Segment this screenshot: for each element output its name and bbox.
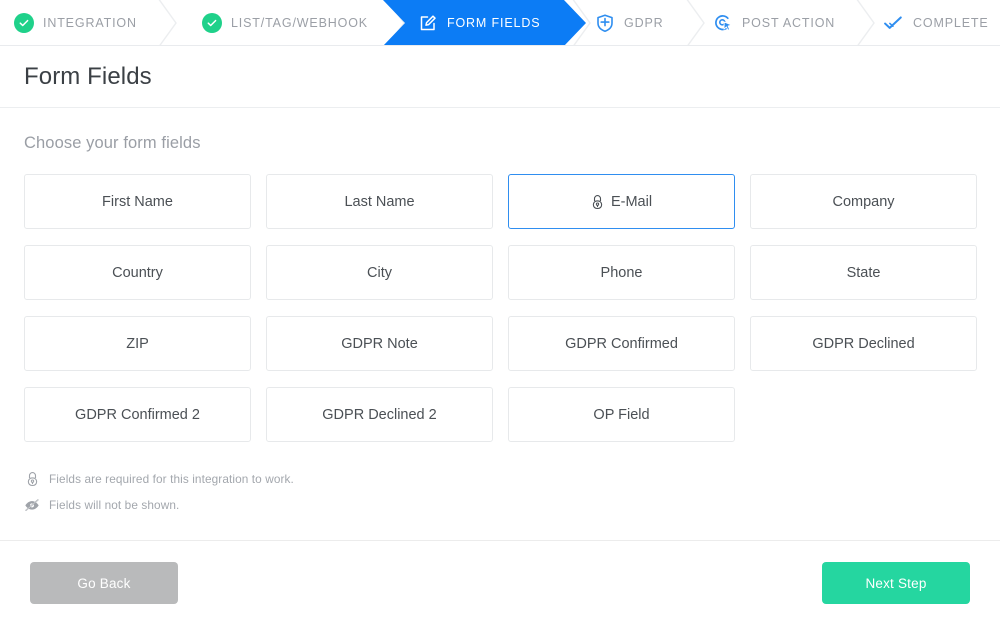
field-card[interactable]: GDPR Confirmed 2 (24, 387, 251, 442)
field-card-label: GDPR Confirmed (565, 335, 678, 352)
title-bar: Form Fields (0, 46, 1000, 108)
field-card-label: City (367, 264, 392, 281)
field-card[interactable]: OP Field (508, 387, 735, 442)
field-card[interactable]: City (266, 245, 493, 300)
click-target-icon (712, 13, 733, 34)
form-fields-grid: First Name Last Name E-Mail Company Country C… (24, 174, 977, 442)
footer-bar: Go Back Next Step (0, 541, 1000, 625)
double-check-icon (883, 13, 904, 34)
legend: Fields are required for this integration… (24, 468, 976, 516)
field-card-label: GDPR Note (341, 335, 418, 352)
legend-row: Fields will not be shown. (24, 494, 976, 516)
field-card-label: Last Name (344, 193, 415, 210)
shield-icon (594, 13, 615, 34)
field-card-label: First Name (102, 193, 173, 210)
step-form-fields[interactable]: FORM FIELDS (383, 0, 586, 46)
field-card-label: State (846, 264, 881, 281)
eye-slash-icon (25, 499, 39, 511)
lock-icon (27, 472, 37, 487)
go-back-button[interactable]: Go Back (30, 562, 178, 604)
step-integration[interactable]: INTEGRATION (0, 0, 165, 45)
field-card[interactable]: GDPR Confirmed (508, 316, 735, 371)
field-card[interactable]: First Name (24, 174, 251, 229)
step-list-tag-webhook[interactable]: LIST/TAG/WEBHOOK (188, 0, 393, 45)
field-card-label: GDPR Declined 2 (322, 406, 437, 423)
field-card-label: GDPR Confirmed 2 (75, 406, 200, 423)
edit-pencil-icon (417, 13, 438, 34)
field-card[interactable]: Company (750, 174, 977, 229)
step-label: FORM FIELDS (447, 15, 541, 30)
eye-slash-icon (24, 498, 40, 512)
legend-row: Fields are required for this integration… (24, 468, 976, 490)
field-card[interactable]: Last Name (266, 174, 493, 229)
field-card[interactable]: Country (24, 245, 251, 300)
field-card[interactable]: Phone (508, 245, 735, 300)
field-card[interactable]: GDPR Declined 2 (266, 387, 493, 442)
step-label: INTEGRATION (43, 15, 137, 30)
next-step-button[interactable]: Next Step (822, 562, 970, 604)
field-card-label: Company (832, 193, 895, 210)
field-card[interactable]: E-Mail (508, 174, 735, 229)
check-circle-icon (202, 13, 222, 33)
field-card-label: Country (112, 264, 163, 281)
field-card-label: ZIP (126, 335, 149, 352)
step-complete[interactable]: COMPLETE (869, 0, 1000, 45)
legend-text: Fields will not be shown. (49, 498, 180, 512)
section-subtitle: Choose your form fields (24, 134, 201, 152)
legend-text: Fields are required for this integration… (49, 472, 294, 486)
field-card[interactable]: GDPR Note (266, 316, 493, 371)
lock-icon (591, 194, 604, 210)
field-card-label: Phone (600, 264, 643, 281)
field-card-label: OP Field (593, 406, 650, 423)
page-title: Form Fields (24, 62, 152, 90)
field-card[interactable]: State (750, 245, 977, 300)
step-label: POST ACTION (742, 15, 836, 30)
lock-icon (24, 471, 40, 487)
wizard-stepper: INTEGRATION LIST/TAG/WEBHOOK FORM FIELDS GD… (0, 0, 1000, 46)
step-label: GDPR (624, 15, 664, 30)
step-label: LIST/TAG/WEBHOOK (231, 15, 368, 30)
wizard-page: INTEGRATION LIST/TAG/WEBHOOK FORM FIELDS GD… (0, 0, 1000, 625)
main-content: Choose your form fields First Name Last N… (0, 108, 1000, 516)
step-gdpr[interactable]: GDPR (580, 0, 690, 45)
field-card[interactable]: ZIP (24, 316, 251, 371)
check-circle-icon (14, 13, 34, 33)
field-card[interactable]: GDPR Declined (750, 316, 977, 371)
field-card-label: GDPR Declined (812, 335, 915, 352)
field-card-label: E-Mail (610, 193, 653, 210)
step-label: COMPLETE (913, 15, 989, 30)
step-post-action[interactable]: POST ACTION (698, 0, 863, 45)
